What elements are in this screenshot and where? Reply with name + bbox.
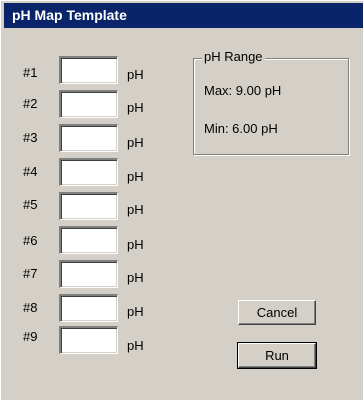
run-button[interactable]: Run [237,342,317,369]
row-label-2: #2 [23,96,38,111]
row-unit-9: pH [127,338,144,353]
row-label-9: #9 [23,329,38,344]
row-unit-5: pH [127,202,144,217]
row-label-7: #7 [23,266,38,281]
row-unit-4: pH [127,169,144,184]
row-unit-1: pH [127,67,144,82]
ph-input-4[interactable] [59,158,118,186]
ph-input-3[interactable] [59,124,118,152]
row-unit-6: pH [127,237,144,252]
cancel-button[interactable]: Cancel [238,300,316,325]
row-label-5: #5 [23,197,38,212]
row-label-8: #8 [23,300,38,315]
row-unit-3: pH [127,135,144,150]
ph-input-8[interactable] [59,294,118,322]
row-label-6: #6 [23,233,38,248]
ph-input-9[interactable] [59,326,118,354]
row-unit-2: pH [127,100,144,115]
row-label-1: #1 [23,65,38,80]
ph-input-5[interactable] [59,192,118,220]
ph-input-7[interactable] [59,260,118,288]
ph-input-2[interactable] [59,90,118,118]
ph-range-max: Max: 9.00 pH [204,83,282,98]
row-label-3: #3 [23,130,38,145]
ph-range-groupbox [193,58,349,155]
window-title: pH Map Template [4,3,363,28]
row-unit-7: pH [127,270,144,285]
ph-range-min: Min: 6.00 pH [204,121,278,136]
row-label-4: #4 [23,164,38,179]
row-unit-8: pH [127,304,144,319]
ph-input-6[interactable] [59,226,118,254]
ph-input-1[interactable] [59,56,118,84]
ph-map-template-window: pH Map Template #1 pH #2 pH #3 pH #4 pH … [0,0,363,400]
ph-range-legend: pH Range [202,49,265,64]
